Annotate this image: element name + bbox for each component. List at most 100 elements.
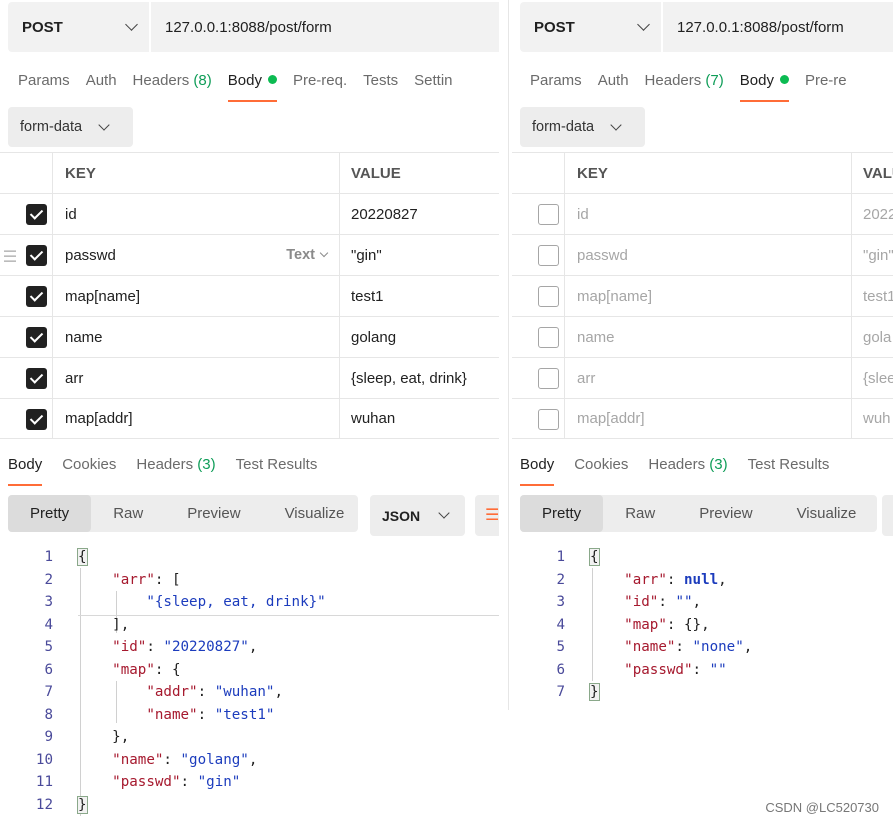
tab-settings[interactable]: Settin bbox=[414, 72, 452, 102]
value-cell[interactable]: test1 bbox=[340, 276, 499, 316]
key-cell[interactable]: name bbox=[53, 317, 340, 357]
line-number: 7 bbox=[556, 684, 565, 700]
request-tabs: Params Auth Headers (7) Body Pre-re bbox=[530, 72, 863, 102]
body-type-label: form-data bbox=[20, 119, 83, 135]
format-select[interactable]: JSON bbox=[370, 495, 465, 536]
key-cell[interactable]: map[name] bbox=[565, 276, 852, 316]
method-select[interactable]: POST bbox=[520, 2, 663, 52]
row-checkbox[interactable] bbox=[538, 327, 559, 348]
tab-label: Tests bbox=[363, 72, 399, 89]
tab-headers[interactable]: Headers (8) bbox=[133, 72, 212, 102]
table-row: — — — passwd Text "gin" bbox=[0, 234, 499, 275]
line-number: 4 bbox=[556, 616, 565, 633]
active-dot-icon bbox=[779, 75, 789, 84]
tab-response-body[interactable]: Body bbox=[520, 456, 555, 486]
key-cell[interactable]: id bbox=[565, 194, 852, 234]
tab-label: Params bbox=[18, 72, 70, 89]
row-checkbox[interactable] bbox=[26, 204, 47, 225]
code-line: 7} bbox=[512, 681, 893, 704]
view-preview-button[interactable]: Preview bbox=[165, 495, 262, 532]
code-line: 1{ bbox=[0, 546, 499, 569]
wrap-lines-icon[interactable] bbox=[475, 495, 499, 536]
drag-handle-icon[interactable]: — — — bbox=[4, 244, 18, 266]
table-row: id 20220827 bbox=[0, 193, 499, 234]
tab-label: Auth bbox=[597, 72, 629, 89]
tab-params[interactable]: Params bbox=[530, 72, 582, 102]
key-cell[interactable]: map[addr] bbox=[53, 399, 340, 438]
view-visualize-button[interactable]: Visualize bbox=[263, 495, 367, 532]
view-pretty-button[interactable]: Pretty bbox=[8, 495, 92, 532]
view-preview-button[interactable]: Preview bbox=[677, 495, 774, 532]
watermark: CSDN @LC520730 bbox=[765, 800, 879, 815]
tab-params[interactable]: Params bbox=[18, 72, 70, 102]
tab-response-headers[interactable]: Headers (3) bbox=[648, 456, 727, 486]
tab-test-results[interactable]: Test Results bbox=[236, 456, 318, 486]
tab-response-body[interactable]: Body bbox=[8, 456, 43, 486]
value-cell[interactable]: wuh bbox=[852, 399, 893, 438]
key-cell[interactable]: passwd bbox=[565, 235, 852, 275]
value-cell[interactable]: test1 bbox=[852, 276, 893, 316]
key-cell[interactable]: id bbox=[53, 194, 340, 234]
value-cell[interactable]: "gin" bbox=[340, 235, 499, 275]
key-cell[interactable]: map[name] bbox=[53, 276, 340, 316]
row-checkbox[interactable] bbox=[538, 204, 559, 225]
chevron-down-icon bbox=[438, 507, 450, 519]
key-cell[interactable]: arr bbox=[565, 358, 852, 398]
code-line: 12} bbox=[0, 794, 499, 817]
row-checkbox[interactable] bbox=[26, 286, 47, 307]
view-visualize-button[interactable]: Visualize bbox=[775, 495, 879, 532]
row-checkbox[interactable] bbox=[26, 327, 47, 348]
tab-auth[interactable]: Auth bbox=[86, 72, 117, 102]
tab-pre-request[interactable]: Pre-re bbox=[805, 72, 847, 102]
tab-body[interactable]: Body bbox=[227, 72, 278, 102]
tab-test-results[interactable]: Test Results bbox=[748, 456, 830, 486]
format-select[interactable] bbox=[882, 495, 893, 536]
tab-cookies[interactable]: Cookies bbox=[62, 456, 116, 486]
json-key: "passwd" bbox=[624, 661, 693, 678]
json-string: "" bbox=[709, 661, 727, 678]
value-cell[interactable]: golang bbox=[340, 317, 499, 357]
row-checkbox[interactable] bbox=[538, 409, 559, 430]
body-type-select[interactable]: form-data bbox=[520, 107, 645, 147]
url-input[interactable]: 127.0.0.1:8088/post/form bbox=[663, 2, 844, 52]
tab-headers[interactable]: Headers (7) bbox=[645, 72, 724, 102]
code-line: 6 "passwd": "" bbox=[512, 659, 893, 682]
value-cell[interactable]: 2022 bbox=[852, 194, 893, 234]
key-cell[interactable]: map[addr] bbox=[565, 399, 852, 438]
row-checkbox[interactable] bbox=[538, 245, 559, 266]
key-cell[interactable]: arr bbox=[53, 358, 340, 398]
type-select[interactable]: Text bbox=[286, 247, 329, 263]
response-code-editor[interactable]: 1{ 2 "arr": [ 3 "{sleep, eat, drink}" 4 … bbox=[0, 546, 499, 816]
view-raw-button[interactable]: Raw bbox=[603, 495, 677, 532]
tab-pre-request[interactable]: Pre-req. bbox=[293, 72, 347, 102]
body-type-select[interactable]: form-data bbox=[8, 107, 133, 147]
tab-tests[interactable]: Tests bbox=[363, 72, 398, 102]
row-checkbox[interactable] bbox=[26, 409, 47, 430]
key-cell[interactable]: name bbox=[565, 317, 852, 357]
value-cell[interactable]: "gin" bbox=[852, 235, 893, 275]
code-text: } bbox=[589, 683, 600, 701]
row-checkbox[interactable] bbox=[538, 368, 559, 389]
value-cell[interactable]: gola bbox=[852, 317, 893, 357]
value-cell[interactable]: wuhan bbox=[340, 399, 499, 438]
form-data-table: KEY VALUE id 20220827 — — — passwd Text "g… bbox=[0, 152, 499, 439]
json-key: "name" bbox=[112, 751, 164, 768]
view-pretty-button[interactable]: Pretty bbox=[520, 495, 604, 532]
method-select[interactable]: POST bbox=[8, 2, 151, 52]
tab-auth[interactable]: Auth bbox=[598, 72, 629, 102]
value-cell[interactable]: 20220827 bbox=[340, 194, 499, 234]
checkbox-cell bbox=[512, 399, 565, 438]
row-checkbox[interactable] bbox=[26, 368, 47, 389]
value-cell[interactable]: {slee bbox=[852, 358, 893, 398]
tab-body[interactable]: Body bbox=[739, 72, 790, 102]
key-cell[interactable]: passwd Text bbox=[53, 235, 340, 275]
view-raw-button[interactable]: Raw bbox=[91, 495, 165, 532]
url-input[interactable]: 127.0.0.1:8088/post/form bbox=[151, 2, 332, 52]
response-code-editor[interactable]: 1{ 2 "arr": null, 3 "id": "", 4 "map": {… bbox=[512, 546, 893, 704]
tab-cookies[interactable]: Cookies bbox=[574, 456, 628, 486]
json-key: "addr" bbox=[146, 684, 198, 700]
row-checkbox[interactable] bbox=[26, 245, 47, 266]
tab-response-headers[interactable]: Headers (3) bbox=[136, 456, 215, 486]
row-checkbox[interactable] bbox=[538, 286, 559, 307]
value-cell[interactable]: {sleep, eat, drink} bbox=[340, 358, 499, 398]
